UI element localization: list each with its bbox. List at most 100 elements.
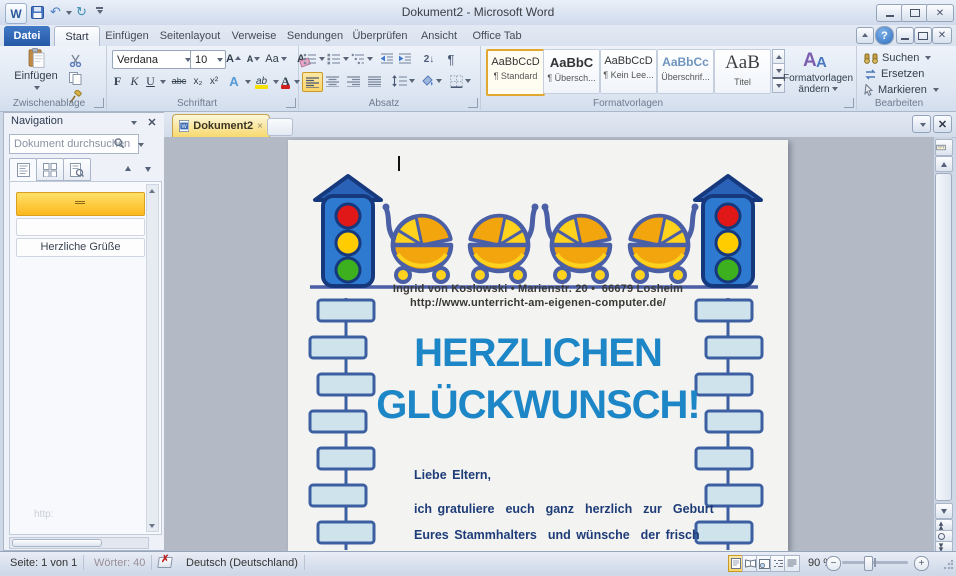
page-count-status[interactable]: Seite: 1 von 1 bbox=[4, 555, 84, 570]
show-paragraph-marks-button[interactable]: ¶ bbox=[442, 50, 460, 68]
change-styles-button[interactable]: A A Formatvorlagen ändern bbox=[786, 48, 850, 98]
ruler-toggle-button[interactable] bbox=[935, 139, 953, 156]
tab-datei[interactable]: Datei bbox=[4, 26, 50, 46]
nav-scroll-up[interactable] bbox=[147, 185, 156, 196]
line-spacing-button[interactable] bbox=[390, 72, 416, 90]
doc-minimize-button[interactable] bbox=[896, 27, 914, 44]
doc-close-button[interactable] bbox=[932, 27, 952, 44]
language-status[interactable]: Deutsch (Deutschland) bbox=[180, 555, 305, 570]
spellcheck-status[interactable] bbox=[152, 555, 178, 570]
nav-item-selected[interactable] bbox=[16, 192, 145, 216]
nav-tab-pages[interactable] bbox=[36, 158, 64, 181]
zoom-out-button[interactable] bbox=[826, 556, 841, 571]
document-page[interactable]: Ingrid von Koslowski • Marienstr. 20 • 6… bbox=[288, 140, 788, 551]
search-icon[interactable] bbox=[114, 138, 125, 149]
tab-office-tab[interactable]: Office Tab bbox=[466, 26, 528, 46]
paragraph-dialog-launcher[interactable] bbox=[468, 98, 478, 108]
superscript-button[interactable]: x² bbox=[206, 72, 222, 90]
bold-button[interactable]: F bbox=[110, 72, 125, 90]
zoom-slider-thumb[interactable] bbox=[864, 556, 873, 571]
nav-item-result[interactable]: Herzliche Grüße bbox=[16, 238, 145, 257]
nav-tab-headings[interactable] bbox=[9, 158, 37, 181]
align-right-button[interactable] bbox=[344, 72, 363, 90]
tab-einfuegen[interactable]: Einfügen bbox=[100, 26, 154, 46]
help-button[interactable]: ? bbox=[875, 26, 894, 45]
text-effects-dropdown[interactable] bbox=[242, 72, 251, 90]
resize-grip[interactable] bbox=[943, 560, 953, 570]
borders-button[interactable] bbox=[446, 72, 474, 90]
font-size-combo[interactable]: 10 bbox=[190, 50, 226, 69]
scrollbar-thumb[interactable] bbox=[935, 173, 952, 501]
underline-dropdown[interactable] bbox=[157, 72, 166, 90]
nav-item-blank[interactable] bbox=[16, 218, 145, 236]
collapse-ribbon-button[interactable] bbox=[856, 27, 874, 44]
cut-button[interactable] bbox=[66, 51, 84, 69]
tabbar-close-button[interactable]: ✕ bbox=[933, 115, 952, 133]
tab-ueberpruefen[interactable]: Überprüfen bbox=[348, 26, 412, 46]
tab-start[interactable]: Start bbox=[54, 26, 100, 47]
tab-sendungen[interactable]: Sendungen bbox=[284, 26, 346, 46]
italic-button[interactable]: K bbox=[127, 72, 142, 90]
close-button[interactable] bbox=[926, 4, 954, 22]
previous-result-button[interactable] bbox=[120, 161, 136, 177]
style-kein-leerraum[interactable]: AaBbCcD¶ Kein Lee... bbox=[600, 49, 657, 94]
bullets-button[interactable] bbox=[302, 50, 326, 68]
vertical-scrollbar[interactable]: ▴▴ ▾▾ bbox=[933, 137, 952, 551]
paste-button[interactable]: Einfügen bbox=[12, 48, 60, 94]
new-tab-button[interactable] bbox=[267, 118, 293, 136]
styles-dialog-launcher[interactable] bbox=[844, 98, 854, 108]
search-options-dropdown[interactable] bbox=[132, 135, 148, 153]
text-effects-button[interactable]: A bbox=[226, 72, 242, 90]
word-count-status[interactable]: Wörter: 40 bbox=[88, 555, 152, 570]
navigation-close-icon[interactable]: ✕ bbox=[144, 114, 160, 130]
minimize-button[interactable] bbox=[876, 4, 904, 22]
sort-button[interactable]: 2↓ bbox=[418, 50, 440, 68]
font-family-combo[interactable]: Verdana bbox=[112, 50, 194, 69]
scroll-up-button[interactable] bbox=[935, 156, 953, 172]
subscript-button[interactable]: x₂ bbox=[190, 72, 206, 90]
nav-horizontal-scrollbar[interactable] bbox=[9, 537, 149, 549]
style-titel[interactable]: AaBTitel bbox=[714, 49, 771, 94]
select-button[interactable]: Markieren bbox=[864, 81, 944, 99]
styles-gallery-up[interactable] bbox=[772, 49, 785, 64]
clipboard-dialog-launcher[interactable] bbox=[94, 98, 104, 108]
numbering-button[interactable] bbox=[326, 50, 350, 68]
shading-button[interactable] bbox=[418, 72, 444, 90]
tab-list-dropdown[interactable] bbox=[912, 115, 931, 133]
nav-scrollbar[interactable] bbox=[146, 184, 159, 532]
highlight-color-button[interactable]: ab bbox=[253, 72, 270, 90]
strikethrough-button[interactable]: abc bbox=[168, 72, 190, 90]
justify-button[interactable] bbox=[365, 72, 384, 90]
zoom-in-button[interactable] bbox=[914, 556, 929, 571]
underline-button[interactable]: U bbox=[144, 72, 157, 90]
document-tab-active[interactable]: W Dokument2 × bbox=[172, 114, 270, 137]
nav-tab-results[interactable] bbox=[63, 158, 91, 181]
nav-hscroll-thumb[interactable] bbox=[12, 539, 102, 547]
multilevel-list-button[interactable] bbox=[350, 50, 374, 68]
ruler-icon bbox=[936, 143, 946, 152]
increase-indent-button[interactable] bbox=[396, 50, 414, 68]
maximize-button[interactable] bbox=[901, 4, 929, 22]
doc-restore-button[interactable] bbox=[914, 27, 932, 44]
style-ueberschrift2[interactable]: AaBbCcÜberschrif... bbox=[657, 49, 714, 94]
style-standard[interactable]: AaBbCcD¶ Standard bbox=[486, 49, 545, 96]
navigation-menu-button[interactable] bbox=[125, 114, 141, 130]
shrink-font-button[interactable]: A bbox=[245, 50, 262, 68]
font-dialog-launcher[interactable] bbox=[286, 98, 296, 108]
tab-close-icon[interactable]: × bbox=[257, 121, 263, 132]
nav-scroll-down[interactable] bbox=[147, 520, 156, 531]
decrease-indent-button[interactable] bbox=[378, 50, 396, 68]
highlight-dropdown[interactable] bbox=[270, 72, 279, 90]
view-draft-button[interactable] bbox=[784, 555, 800, 572]
next-result-button[interactable] bbox=[140, 161, 156, 177]
copy-button[interactable] bbox=[66, 69, 84, 87]
align-center-button[interactable] bbox=[323, 72, 342, 90]
style-ueberschrift1[interactable]: AaBbC¶ Übersch... bbox=[543, 49, 600, 94]
grow-font-button[interactable]: A bbox=[224, 50, 243, 68]
tab-verweise[interactable]: Verweise bbox=[226, 26, 282, 46]
tab-ansicht[interactable]: Ansicht bbox=[414, 26, 464, 46]
align-left-button[interactable] bbox=[302, 72, 323, 92]
scroll-down-button[interactable] bbox=[935, 503, 953, 519]
title-bar: W Dokument2 - Microsoft Word bbox=[0, 0, 956, 26]
tab-seitenlayout[interactable]: Seitenlayout bbox=[156, 26, 224, 46]
